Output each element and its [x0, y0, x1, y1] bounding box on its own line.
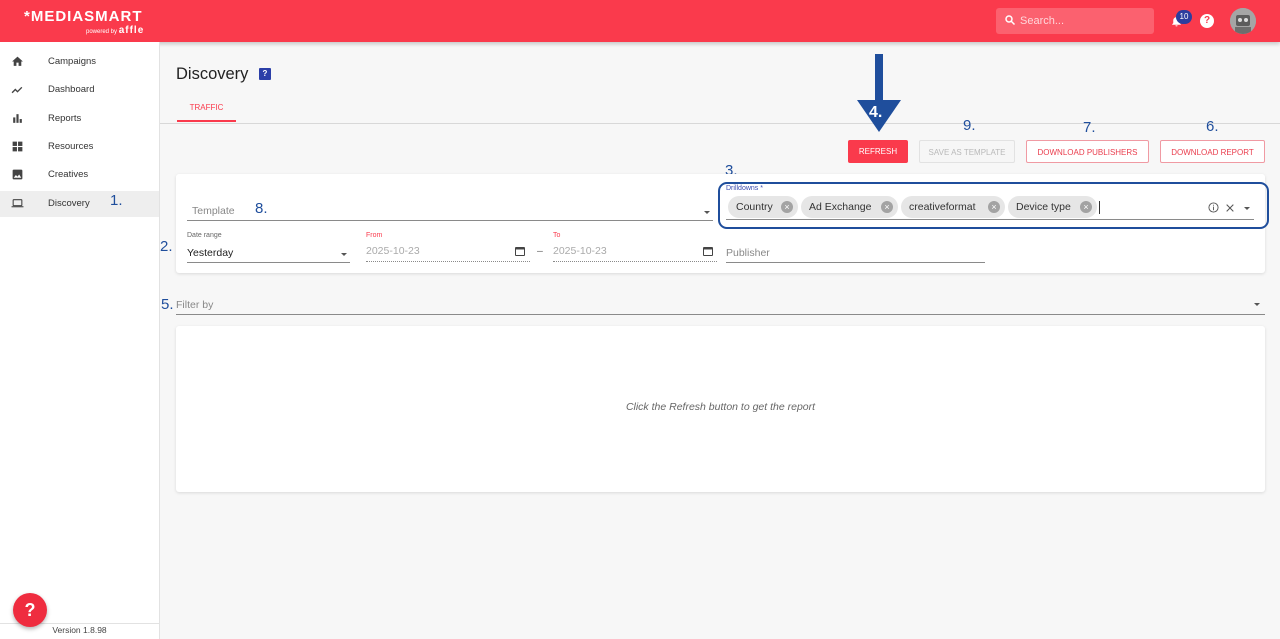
sidebar-item-dashboard[interactable]: Dashboard	[0, 77, 159, 103]
widgets-icon	[12, 141, 23, 152]
image-icon	[12, 169, 23, 180]
sidebar-item-creatives[interactable]: Creatives	[0, 162, 159, 188]
empty-report-message: Click the Refresh button to get the repo…	[625, 401, 816, 413]
tab-divider	[160, 123, 1280, 124]
from-date-label: From	[366, 232, 383, 239]
template-select-placeholder: Template	[192, 205, 235, 217]
bar-chart-icon	[13, 114, 22, 123]
sidebar-item-discovery[interactable]: Discovery	[0, 191, 159, 217]
sidebar-item-label: Discovery	[48, 198, 90, 209]
text-cursor	[1099, 201, 1100, 214]
annotation-4: 4.	[869, 104, 883, 121]
annotation-2: 2.	[160, 238, 173, 255]
brand-sub-name: affle	[118, 25, 145, 36]
to-date-field[interactable]	[553, 261, 717, 262]
chip-label: Device type	[1016, 201, 1071, 213]
drilldowns-label: Drilldowns *	[726, 185, 763, 192]
sidebar-item-label: Resources	[48, 141, 94, 152]
sidebar-item-resources[interactable]: Resources	[0, 134, 159, 160]
chip-label: Ad Exchange	[809, 201, 872, 213]
sidebar: Campaigns Dashboard Reports Resources Cr…	[0, 42, 160, 639]
brand-subtitle: powered by affle	[86, 25, 144, 36]
brand-sub-prefix: powered by	[86, 29, 118, 35]
sidebar-item-campaigns[interactable]: Campaigns	[0, 49, 159, 75]
home-icon	[12, 56, 23, 66]
publisher-placeholder: Publisher	[726, 247, 770, 259]
save-as-template-button[interactable]: SAVE AS TEMPLATE	[919, 140, 1015, 163]
filter-by-select[interactable]	[176, 314, 1265, 315]
chevron-down-icon[interactable]	[704, 211, 710, 214]
calendar-icon[interactable]	[702, 245, 714, 257]
annotation-7: 7.	[1083, 119, 1096, 136]
drilldown-chip[interactable]: creativeformat ×	[901, 196, 1005, 218]
date-range-value: Yesterday	[187, 247, 234, 259]
annotation-5: 5.	[161, 296, 174, 313]
sidebar-item-label: Reports	[48, 113, 82, 124]
laptop-icon	[11, 199, 24, 208]
sidebar-item-label: Campaigns	[48, 56, 97, 67]
annotation-1: 1.	[110, 192, 123, 209]
top-bar: *MEDIASMART powered by affle 10 ?	[0, 0, 1280, 42]
info-icon[interactable]	[1208, 202, 1219, 213]
from-date-field[interactable]	[366, 261, 530, 262]
notification-badge: 10	[1176, 10, 1192, 24]
template-select[interactable]	[187, 220, 713, 221]
drilldown-chip[interactable]: Ad Exchange ×	[801, 196, 898, 218]
annotation-6: 6.	[1206, 118, 1219, 135]
avatar[interactable]	[1230, 8, 1256, 34]
chevron-down-icon[interactable]	[1254, 303, 1260, 306]
drilldown-chip[interactable]: Device type ×	[1008, 196, 1097, 218]
sidebar-item-label: Dashboard	[48, 84, 95, 95]
annotation-8: 8.	[255, 200, 268, 217]
date-separator: –	[537, 245, 543, 257]
date-range-label: Date range	[187, 232, 222, 239]
robot-avatar-icon	[1230, 8, 1256, 34]
remove-chip-icon[interactable]: ×	[988, 201, 1000, 213]
trending-icon	[11, 86, 23, 94]
page-title: Discovery	[176, 65, 249, 83]
brand-logo[interactable]: *MEDIASMART	[24, 8, 143, 25]
drilldowns-select[interactable]	[726, 219, 1254, 220]
search-box[interactable]	[996, 8, 1154, 34]
help-icon[interactable]: ?	[1200, 14, 1214, 28]
refresh-button[interactable]: REFRESH	[848, 140, 908, 163]
version-label: Version 1.8.98	[52, 625, 107, 635]
download-report-button[interactable]: DOWNLOAD REPORT	[1160, 140, 1265, 163]
filter-by-placeholder: Filter by	[176, 299, 214, 311]
chip-label: creativeformat	[909, 201, 976, 213]
chevron-down-icon[interactable]	[341, 253, 347, 256]
clear-icon[interactable]	[1225, 203, 1235, 213]
sidebar-item-label: Creatives	[48, 169, 89, 180]
remove-chip-icon[interactable]: ×	[781, 201, 793, 213]
from-date-value: 2025-10-23	[366, 245, 420, 257]
calendar-icon[interactable]	[514, 245, 526, 257]
annotation-arrow-icon	[857, 54, 901, 132]
book-icon[interactable]: ?	[259, 68, 271, 80]
search-input[interactable]	[1020, 12, 1148, 30]
to-date-label: To	[553, 232, 561, 239]
publisher-field[interactable]	[726, 262, 985, 263]
annotation-9: 9.	[963, 117, 976, 134]
remove-chip-icon[interactable]: ×	[1080, 201, 1092, 213]
sidebar-item-reports[interactable]: Reports	[0, 106, 159, 132]
to-date-value: 2025-10-23	[553, 245, 607, 257]
download-publishers-button[interactable]: DOWNLOAD PUBLISHERS	[1026, 140, 1149, 163]
search-icon	[1005, 15, 1016, 26]
chevron-down-icon[interactable]	[1244, 207, 1250, 210]
date-range-select[interactable]	[187, 262, 350, 263]
tab-traffic[interactable]: TRAFFIC	[177, 96, 236, 122]
drilldown-chip[interactable]: Country ×	[728, 196, 798, 218]
remove-chip-icon[interactable]: ×	[881, 201, 893, 213]
help-fab-button[interactable]: ?	[13, 593, 47, 627]
chip-label: Country	[736, 201, 773, 213]
